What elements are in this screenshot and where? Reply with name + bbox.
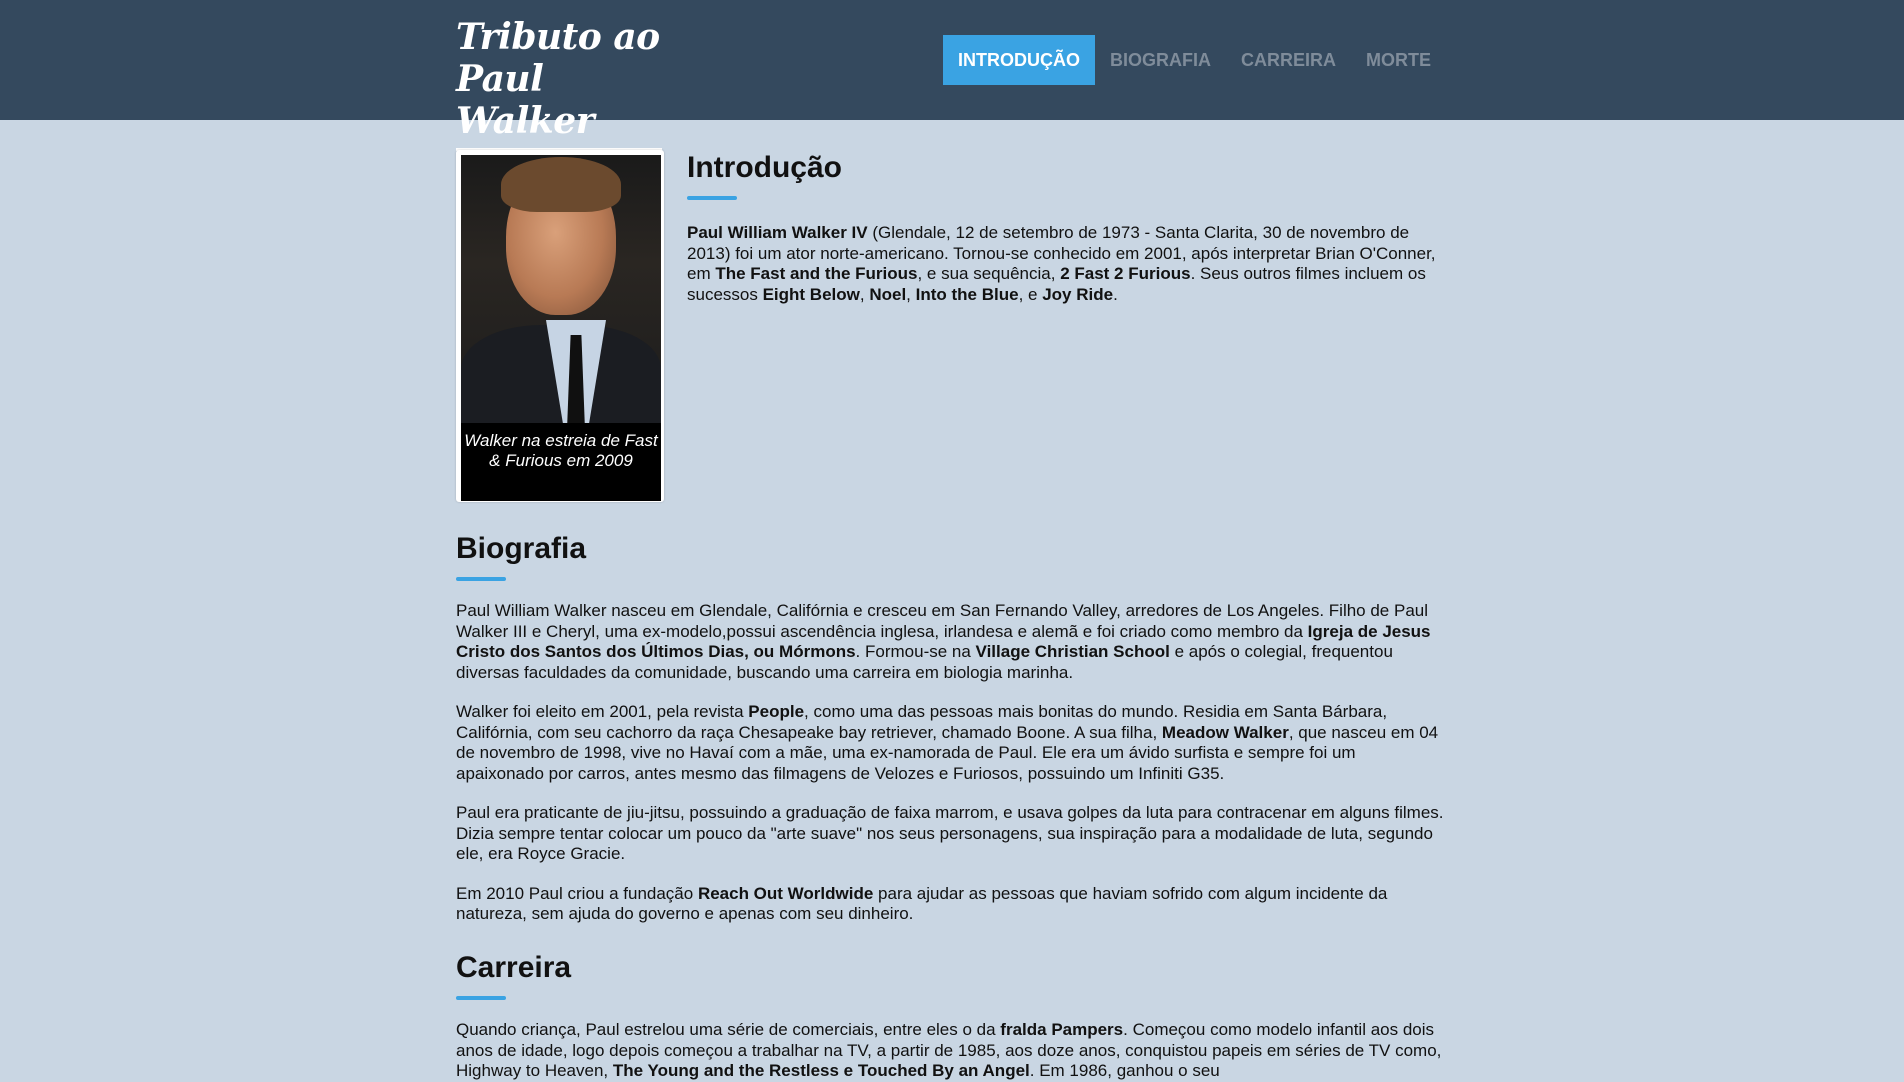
biografia-paragraph-4: Em 2010 Paul criou a fundação Reach Out … — [456, 884, 1448, 925]
portrait-photo — [461, 155, 661, 423]
bold-term: Reach Out Worldwide — [697, 883, 874, 903]
bold-term: Into the Blue — [915, 284, 1019, 304]
portrait-figure: Walker na estreia de Fast & Furious em 2… — [456, 150, 664, 502]
header-inner: Tributo ao Paul Walker INTRODUÇÃO BIOGRA… — [456, 0, 1448, 151]
site-header: Tributo ao Paul Walker INTRODUÇÃO BIOGRA… — [0, 0, 1904, 151]
bold-term: 2 Fast 2 Furious — [1060, 264, 1191, 283]
text-run: Em 2010 Paul criou a fundação — [456, 883, 698, 903]
text-run: Walker foi eleito em 2001, pela revista — [456, 702, 749, 721]
text-run: Paul William Walker nasceu em Glendale, … — [456, 601, 1429, 641]
photo-hair — [501, 157, 621, 212]
bold-term: The Fast and the Furious — [715, 264, 918, 283]
text-run: , — [859, 284, 870, 304]
text-run: Paul era praticante de jiu-jitsu, possui… — [456, 803, 1444, 863]
carreira-title: Carreira — [456, 951, 572, 984]
bold-term: The Young and the Restless e Touched By … — [612, 1061, 1030, 1080]
intro-title-underline — [687, 196, 737, 200]
text-run: . Em 1986, ganhou o seu — [1029, 1061, 1220, 1080]
section-biografia: Biografia Paul William Walker nasceu em … — [456, 531, 1448, 925]
section-introducao: Introdução Paul William Walker IV (Glend… — [687, 150, 1448, 305]
intro-paragraph: Paul William Walker IV (Glendale, 12 de … — [687, 223, 1448, 305]
nav-item-carreira[interactable]: CARREIRA — [1226, 35, 1351, 85]
logo-line-2: Paul Walker — [456, 58, 595, 142]
bold-term: Meadow Walker — [1161, 722, 1289, 742]
text-run: Quando criança, Paul estrelou uma série … — [456, 1020, 1001, 1039]
carreira-paragraph-1: Quando criança, Paul estrelou uma série … — [456, 1020, 1448, 1082]
biografia-paragraph-1: Paul William Walker nasceu em Glendale, … — [456, 601, 1448, 683]
carreira-title-underline — [456, 996, 506, 1000]
text-run: , e sua sequência, — [917, 264, 1061, 283]
nav-item-biografia[interactable]: BIOGRAFIA — [1095, 35, 1226, 85]
bold-term: Joy Ride — [1042, 284, 1114, 304]
biografia-paragraph-3: Paul era praticante de jiu-jitsu, possui… — [456, 803, 1448, 865]
bold-term: fralda Pampers — [1000, 1020, 1124, 1039]
site-logo[interactable]: Tributo ao Paul Walker — [456, 16, 662, 151]
bold-term: Paul William Walker IV — [687, 223, 868, 242]
text-run: , e — [1018, 284, 1043, 304]
bold-term: Eight Below — [762, 284, 860, 304]
bold-term: Noel — [869, 284, 907, 304]
text-run: . Formou-se na — [855, 642, 976, 661]
bold-term: People — [748, 702, 805, 721]
section-carreira: Carreira Quando criança, Paul estrelou u… — [456, 950, 1448, 1082]
main-nav: INTRODUÇÃO BIOGRAFIA CARREIRA MORTE — [943, 35, 1446, 85]
biografia-title: Biografia — [456, 532, 587, 565]
bold-term: Village Christian School — [975, 642, 1170, 661]
logo-line-1: Tributo ao — [456, 16, 660, 58]
text-run: , — [906, 284, 916, 304]
text-run: . — [1113, 284, 1118, 304]
biografia-title-underline — [456, 577, 506, 581]
nav-item-introducao[interactable]: INTRODUÇÃO — [943, 35, 1095, 85]
nav-item-morte[interactable]: MORTE — [1351, 35, 1446, 85]
portrait-caption: Walker na estreia de Fast & Furious em 2… — [461, 423, 661, 501]
intro-title: Introdução — [687, 151, 842, 184]
biografia-paragraph-2: Walker foi eleito em 2001, pela revista … — [456, 702, 1448, 784]
